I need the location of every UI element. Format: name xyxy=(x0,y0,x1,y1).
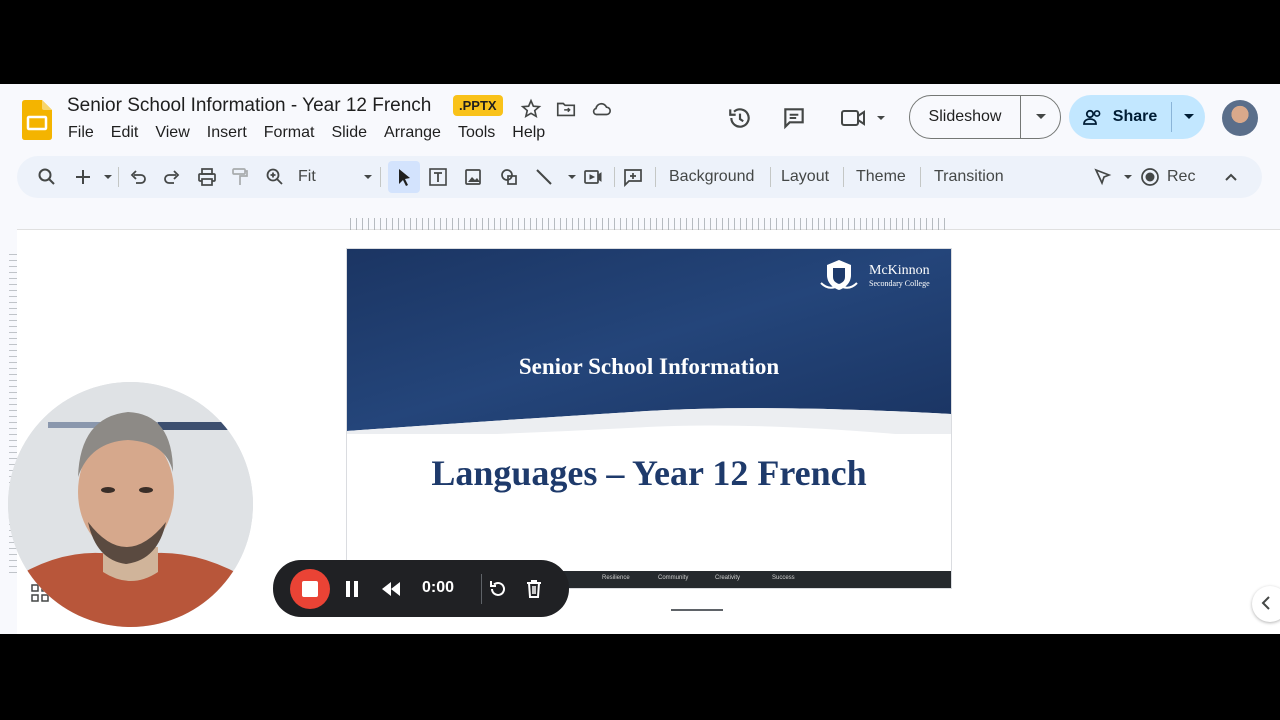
share-label-wrap: Share xyxy=(1069,108,1171,126)
school-name: McKinnon xyxy=(869,263,930,278)
recorder-controls: 0:00 xyxy=(273,560,569,617)
people-icon xyxy=(1082,109,1101,125)
version-history-icon[interactable] xyxy=(727,105,753,131)
slide[interactable]: McKinnon Secondary College Senior School… xyxy=(347,249,951,588)
share-dropdown-icon[interactable] xyxy=(1171,102,1205,132)
slideshow-button[interactable]: Slideshow xyxy=(909,95,1061,139)
menu-format[interactable]: Format xyxy=(264,124,315,142)
redo-icon[interactable] xyxy=(162,167,182,187)
footer-value: Resilience xyxy=(602,575,630,581)
toolbar-divider xyxy=(380,167,381,187)
toolbar-divider xyxy=(614,167,615,187)
menu-help[interactable]: Help xyxy=(512,124,545,142)
cloud-saved-icon[interactable] xyxy=(590,98,612,120)
toolbar-divider xyxy=(920,167,921,187)
slideshow-label: Slideshow xyxy=(910,96,1021,138)
format-badge: .PPTX xyxy=(453,95,503,116)
line-icon[interactable] xyxy=(534,167,554,187)
toolbar-divider xyxy=(655,167,656,187)
laser-pointer-icon[interactable] xyxy=(1092,167,1112,187)
menu-bar: File Edit View Insert Format Slide Arran… xyxy=(68,124,562,142)
footer-value: Community xyxy=(658,575,689,581)
footer-value: Success xyxy=(772,575,795,581)
background-button[interactable]: Background xyxy=(669,168,754,186)
transition-button[interactable]: Transition xyxy=(934,168,1004,186)
move-folder-icon[interactable] xyxy=(555,98,577,120)
menu-insert[interactable]: Insert xyxy=(207,124,247,142)
delete-icon[interactable] xyxy=(523,578,545,600)
menu-file[interactable]: File xyxy=(68,124,94,142)
line-dropdown-icon[interactable] xyxy=(562,167,576,187)
add-comment-icon[interactable] xyxy=(623,167,643,188)
pointer-dropdown-icon[interactable] xyxy=(1118,167,1132,187)
meet-call-icon[interactable] xyxy=(840,106,886,130)
select-pointer-icon[interactable] xyxy=(394,167,414,187)
insert-image-icon[interactable] xyxy=(463,167,483,187)
recorder-divider xyxy=(481,574,482,604)
recording-timer: 0:00 xyxy=(422,579,455,596)
zoom-level[interactable]: Fit xyxy=(298,168,316,186)
school-subtitle: Secondary College xyxy=(869,279,930,288)
toolbar-divider xyxy=(770,167,771,187)
slides-logo-icon[interactable] xyxy=(22,100,52,140)
share-label: Share xyxy=(1112,108,1158,125)
horizontal-ruler[interactable] xyxy=(350,218,950,230)
side-panel-toggle[interactable] xyxy=(1252,586,1280,622)
slide-title[interactable]: Languages – Year 12 French xyxy=(347,452,951,494)
record-icon[interactable] xyxy=(1140,167,1160,187)
chevron-left-icon xyxy=(1261,596,1270,610)
collapse-toolbar-icon[interactable] xyxy=(1221,167,1241,187)
new-slide-icon[interactable] xyxy=(73,167,93,187)
print-icon[interactable] xyxy=(197,167,217,187)
menu-arrange[interactable]: Arrange xyxy=(384,124,441,142)
zoom-icon[interactable] xyxy=(265,167,285,187)
account-avatar[interactable] xyxy=(1222,100,1258,136)
school-logo: McKinnon Secondary College xyxy=(819,259,939,295)
star-icon[interactable] xyxy=(520,98,542,120)
rec-button[interactable]: Rec xyxy=(1167,168,1195,186)
menu-view[interactable]: View xyxy=(155,124,189,142)
webcam-bubble[interactable] xyxy=(8,382,253,627)
paint-format-icon[interactable] xyxy=(230,167,250,187)
slides-app-window: Senior School Information - Year 12 Fren… xyxy=(0,84,1280,634)
insert-video-icon[interactable] xyxy=(583,167,603,187)
rewind-icon[interactable] xyxy=(380,578,402,600)
text-box-icon[interactable] xyxy=(428,167,448,187)
footer-value: Creativity xyxy=(715,575,741,581)
menu-slide[interactable]: Slide xyxy=(331,124,367,142)
document-title[interactable]: Senior School Information - Year 12 Fren… xyxy=(67,95,431,117)
share-button[interactable]: Share xyxy=(1069,95,1205,139)
toolbar-divider xyxy=(843,167,844,187)
slideshow-dropdown-icon[interactable] xyxy=(1021,108,1060,126)
presenter-video xyxy=(8,382,253,627)
scroll-indicator[interactable] xyxy=(671,609,723,611)
stop-recording-button[interactable] xyxy=(290,569,330,609)
menu-tools[interactable]: Tools xyxy=(458,124,495,142)
crest-icon xyxy=(820,260,858,290)
layout-button[interactable]: Layout xyxy=(781,168,829,186)
toolbar-divider xyxy=(118,167,119,187)
pause-icon[interactable] xyxy=(341,578,363,600)
undo-icon[interactable] xyxy=(128,167,148,187)
toolbar: Fit Background Layout Theme Transition R… xyxy=(17,156,1262,198)
zoom-dropdown-icon[interactable] xyxy=(358,167,372,187)
comments-icon[interactable] xyxy=(781,105,807,131)
theme-button[interactable]: Theme xyxy=(856,168,906,186)
menu-edit[interactable]: Edit xyxy=(111,124,139,142)
search-menus-icon[interactable] xyxy=(37,167,57,187)
slide-heading[interactable]: Senior School Information xyxy=(347,354,951,380)
restart-icon[interactable] xyxy=(487,578,509,600)
shape-icon[interactable] xyxy=(499,167,519,187)
new-slide-dropdown-icon[interactable] xyxy=(98,167,112,187)
